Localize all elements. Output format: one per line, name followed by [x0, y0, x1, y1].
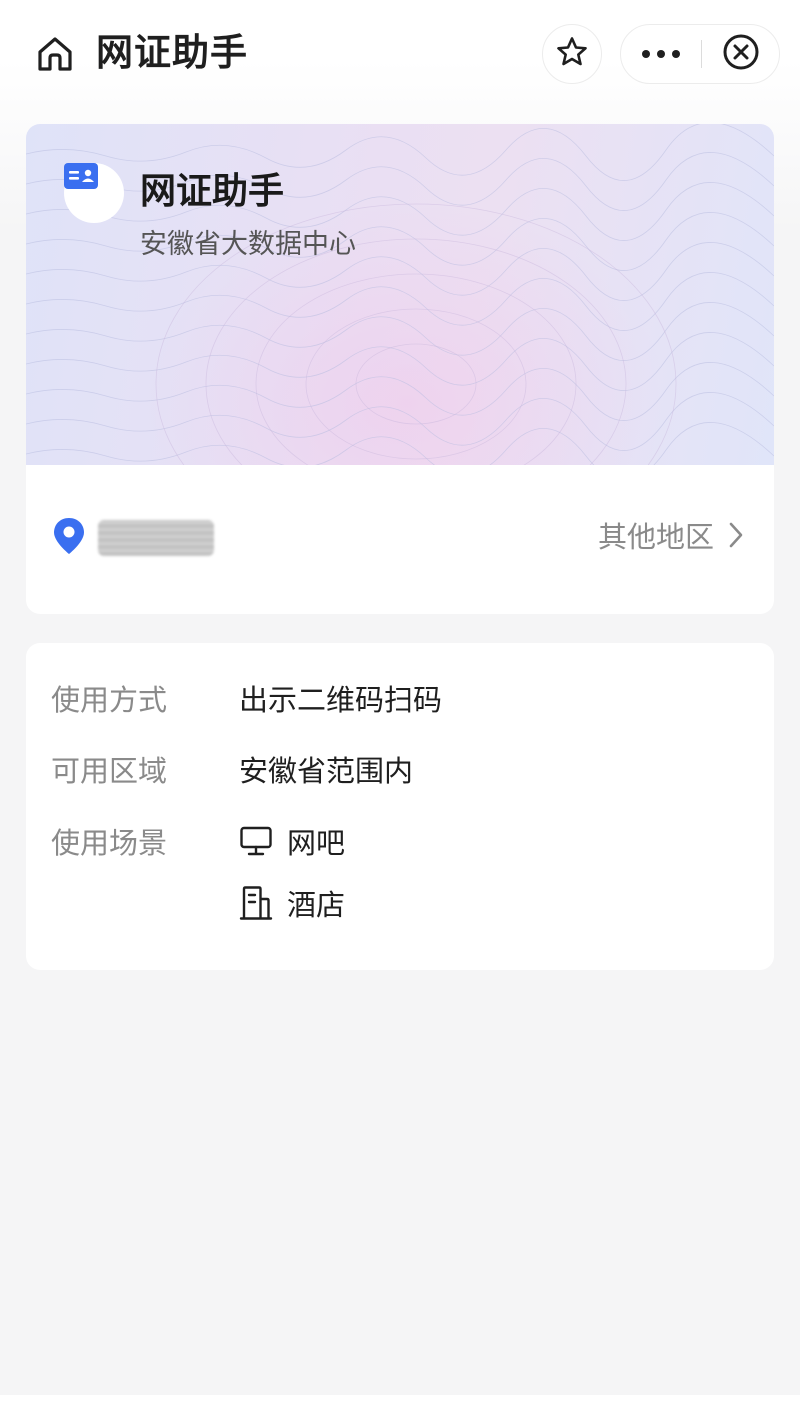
scene-item-label: 酒店 — [287, 888, 346, 922]
close-button[interactable] — [702, 25, 779, 83]
bottom-strip — [0, 1395, 800, 1410]
location-row: 其他地区 — [26, 465, 774, 614]
capsule-menu — [620, 24, 780, 84]
guilloche-pattern — [26, 124, 774, 465]
other-region-label: 其他地区 — [597, 520, 714, 554]
star-icon — [555, 35, 589, 73]
building-icon — [239, 885, 273, 925]
scene-item-internet-cafe: 网吧 — [239, 822, 345, 864]
other-region-button[interactable]: 其他地区 — [598, 516, 744, 558]
location-pin-icon — [52, 516, 86, 556]
scene-item-label: 网吧 — [287, 826, 346, 860]
usage-value: 出示二维码扫码 — [239, 683, 443, 717]
area-label: 可用区域 — [51, 754, 168, 788]
current-location-redacted — [98, 520, 214, 556]
home-icon[interactable] — [34, 33, 76, 75]
scene-item-hotel: 酒店 — [239, 884, 345, 926]
monitor-icon — [239, 824, 273, 862]
favorite-button[interactable] — [542, 24, 602, 84]
chevron-right-icon — [728, 521, 744, 553]
page-title: 网证助手 — [96, 31, 248, 74]
close-circle-icon — [722, 33, 760, 75]
more-dots-icon — [642, 50, 680, 58]
usage-label: 使用方式 — [51, 683, 168, 717]
card-title: 网证助手 — [140, 171, 285, 212]
area-value: 安徽省范围内 — [239, 754, 414, 788]
more-button[interactable] — [621, 25, 701, 83]
details-card: 使用方式 出示二维码扫码 可用区域 安徽省范围内 使用场景 网吧 酒店 — [26, 643, 774, 970]
credential-card: 网证助手 安徽省大数据中心 其他地区 — [26, 124, 774, 614]
brand-badge — [64, 163, 124, 223]
card-banner: 网证助手 安徽省大数据中心 — [26, 124, 774, 465]
card-subtitle: 安徽省大数据中心 — [140, 229, 356, 260]
navigation-bar: 网证助手 — [0, 0, 800, 110]
scene-label: 使用场景 — [51, 826, 168, 860]
